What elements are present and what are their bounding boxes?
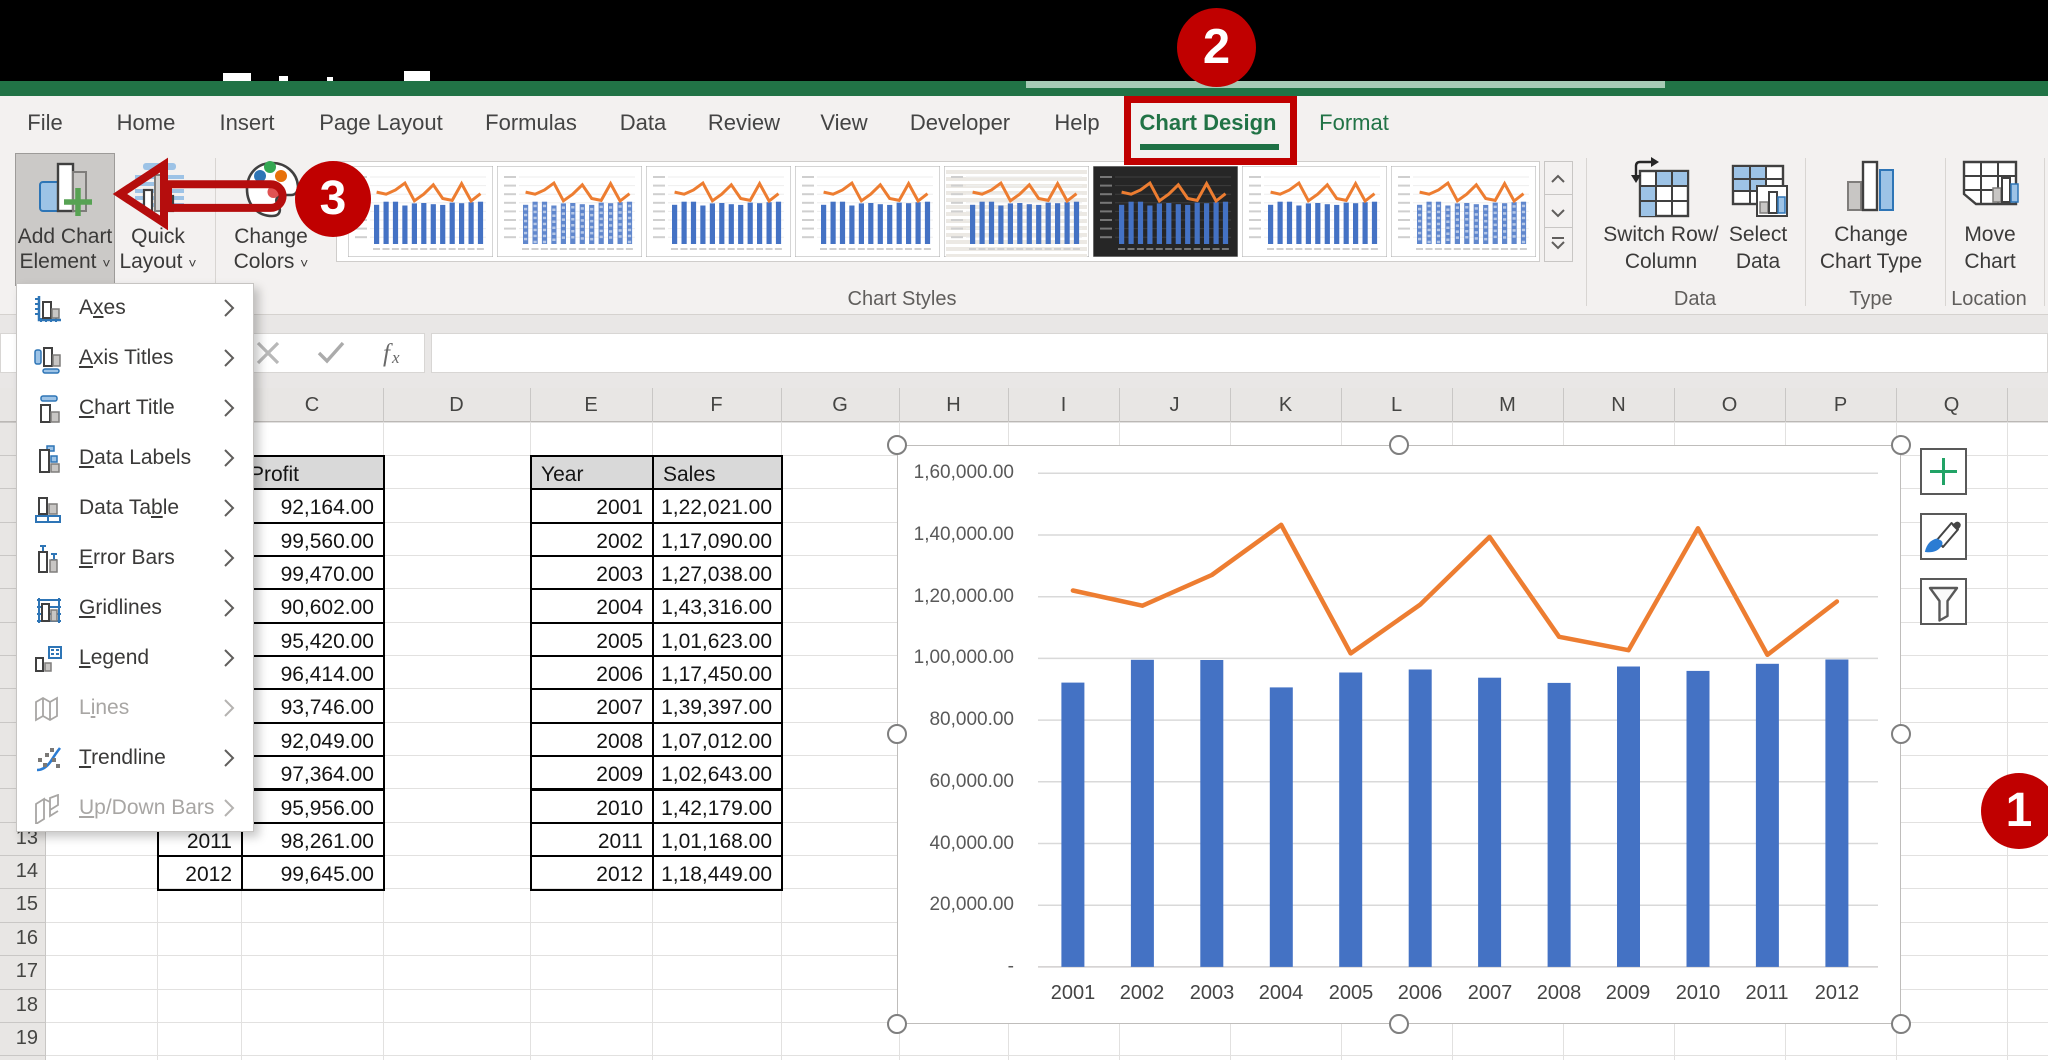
svg-text:x: x	[391, 348, 400, 367]
